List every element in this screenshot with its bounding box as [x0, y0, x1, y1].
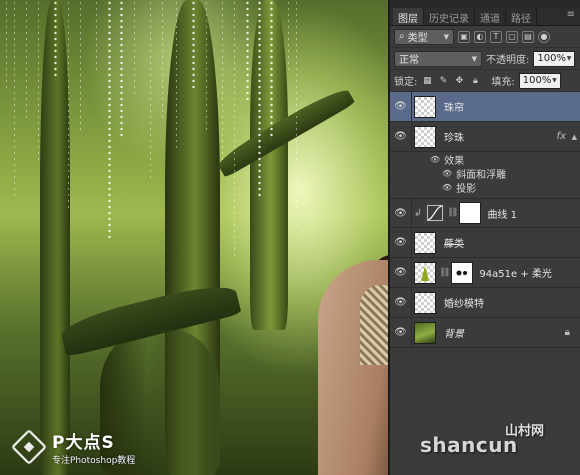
filter-row: ⌕ 类型 ▼ ▣ ◐ T ▢ ▤ ● — [390, 26, 580, 48]
watermark-cn-text: 山村网 — [505, 424, 545, 439]
layer-name: 曲线 1 — [487, 209, 517, 221]
eye-icon[interactable]: 👁︎ — [390, 257, 412, 288]
chevron-down-icon: ▼ — [552, 77, 557, 84]
search-icon: ⌕ — [399, 31, 405, 42]
layer-row[interactable]: 👁︎ 婚纱模特 — [390, 287, 580, 318]
fx-icon[interactable]: fx — [557, 131, 566, 142]
layer-mask-thumbnail — [459, 202, 482, 224]
blend-row: 正常 ▼ 不透明度: 100% ▼ — [390, 48, 580, 70]
eye-icon[interactable]: 👁︎ — [390, 121, 412, 152]
layer-row[interactable]: 👁︎ 藤类 — [390, 227, 580, 258]
opacity-value: 100% — [537, 53, 566, 64]
lock-transparency-icon[interactable]: ▦ — [421, 75, 433, 87]
layer-filter-value: 类型 — [407, 33, 428, 44]
panel-menu-icon[interactable]: ≡ — [562, 8, 580, 25]
filter-smart-object-icon[interactable]: ▤ — [522, 30, 534, 43]
eye-icon[interactable]: 👁︎ — [390, 198, 412, 228]
logo-subtitle: 专注Photoshop教程 — [52, 456, 136, 466]
effects-label: 效果 — [444, 155, 465, 167]
layer-row[interactable]: 👁︎ ↲ ⛓︎ 曲线 1 — [390, 198, 580, 228]
chevron-down-icon: ▼ — [443, 32, 449, 41]
document-canvas[interactable]: P大点S 专注Photoshop教程 — [0, 0, 388, 475]
logo-title: P大点S — [52, 433, 115, 453]
logo-mark-icon — [10, 428, 48, 466]
link-icon[interactable]: ⛓︎ — [439, 268, 450, 278]
eye-icon[interactable]: 👁︎ — [442, 169, 452, 178]
filter-shape-icon[interactable]: ▢ — [506, 30, 518, 43]
curves-adjustment-icon — [424, 202, 446, 224]
fill-label: 填充: — [491, 77, 515, 88]
filter-type-icon[interactable]: T — [490, 30, 502, 43]
lock-label: 锁定: — [394, 77, 418, 88]
fill-value: 100% — [522, 75, 552, 86]
watermark-text: shancun — [420, 433, 518, 457]
layer-name: 珠帘 — [444, 103, 464, 114]
layer-thumbnail — [414, 95, 436, 118]
panel-tabs: 图层 历史记录 通道 路径 ≡ — [390, 8, 580, 26]
layer-thumbnail — [414, 231, 436, 254]
layer-row[interactable]: 👁︎ 珠帘 — [390, 91, 580, 122]
eye-icon[interactable]: 👁︎ — [390, 227, 412, 258]
chevron-down-icon: ▼ — [471, 54, 477, 63]
layer-name: 94a51e + 柔光 — [479, 269, 552, 280]
chevron-down-icon: ▼ — [566, 55, 572, 62]
tab-history[interactable]: 历史记录 — [424, 8, 475, 25]
layer-thumbnail — [414, 261, 436, 284]
lock-row: 锁定: ▦ ✎ ✥ 🔒︎ 填充: 100% ▼ — [390, 70, 580, 92]
blend-mode-select[interactable]: 正常 ▼ — [394, 50, 482, 67]
opacity-label: 不透明度: — [486, 55, 530, 66]
lock-icon: 🔒︎ — [564, 327, 570, 338]
layers-list: 👁︎ 珠帘 👁︎ 珍珠 fx ▲ 👁︎ 效果 👁︎ 斜面和浮雕 👁︎ 投影 👁︎… — [390, 91, 580, 348]
layer-name: 珍珠 — [444, 133, 464, 144]
layer-mask-thumbnail — [451, 261, 474, 284]
layer-thumbnail — [414, 321, 436, 344]
collapse-icon[interactable]: ▲ — [572, 133, 577, 141]
eye-icon[interactable]: 👁︎ — [390, 91, 412, 122]
eye-icon[interactable]: 👁︎ — [390, 287, 412, 318]
effect-row[interactable]: 👁︎ 投影 — [390, 180, 580, 195]
link-icon[interactable]: ⛓︎ — [447, 208, 458, 218]
filter-adjustment-icon[interactable]: ◐ — [474, 30, 486, 43]
layer-row[interactable]: 👁︎ 背景 🔒︎ — [390, 317, 580, 348]
layer-name: 藤类 — [444, 239, 464, 250]
filter-toggle-icon[interactable]: ● — [538, 30, 550, 43]
layer-name: 婚纱模特 — [444, 299, 484, 310]
layer-row[interactable]: 👁︎ 珍珠 fx ▲ — [390, 121, 580, 152]
opacity-field[interactable]: 100% ▼ — [533, 50, 576, 67]
tab-channels[interactable]: 通道 — [475, 8, 506, 25]
tab-paths[interactable]: 路径 — [506, 8, 537, 25]
panel-top-bar — [390, 0, 580, 8]
filter-pixel-icon[interactable]: ▣ — [458, 30, 470, 43]
site-logo: P大点S 专注Photoshop教程 — [10, 428, 136, 466]
lock-all-icon[interactable]: 🔒︎ — [469, 75, 481, 87]
clipping-arrow-icon: ↲ — [413, 207, 423, 219]
lock-brush-icon[interactable]: ✎ — [437, 75, 449, 87]
eye-icon[interactable]: 👁︎ — [442, 183, 452, 192]
eye-icon[interactable]: 👁︎ — [390, 317, 412, 348]
blend-mode-value: 正常 — [399, 55, 419, 66]
effect-row[interactable]: 👁︎ 斜面和浮雕 — [390, 166, 580, 181]
lock-move-icon[interactable]: ✥ — [453, 75, 465, 87]
layer-name: 背景 — [444, 329, 464, 340]
layer-row[interactable]: 👁︎ ⛓︎ 94a51e + 柔光 — [390, 257, 580, 288]
layer-filter-select[interactable]: ⌕ 类型 ▼ — [394, 28, 454, 45]
model-dress — [360, 285, 388, 365]
layer-thumbnail — [414, 291, 436, 314]
layer-thumbnail — [414, 125, 436, 148]
eye-icon[interactable]: 👁︎ — [430, 155, 440, 164]
effects-row[interactable]: 👁︎ 效果 — [390, 152, 580, 167]
effect-shadow-label: 投影 — [456, 183, 477, 195]
effect-bevel-label: 斜面和浮雕 — [456, 169, 507, 181]
tab-layers[interactable]: 图层 — [393, 8, 424, 25]
layers-panel: 图层 历史记录 通道 路径 ≡ ⌕ 类型 ▼ ▣ ◐ T ▢ ▤ ● 正常 ▼ … — [388, 0, 580, 475]
fill-field[interactable]: 100% ▼ — [518, 72, 561, 89]
